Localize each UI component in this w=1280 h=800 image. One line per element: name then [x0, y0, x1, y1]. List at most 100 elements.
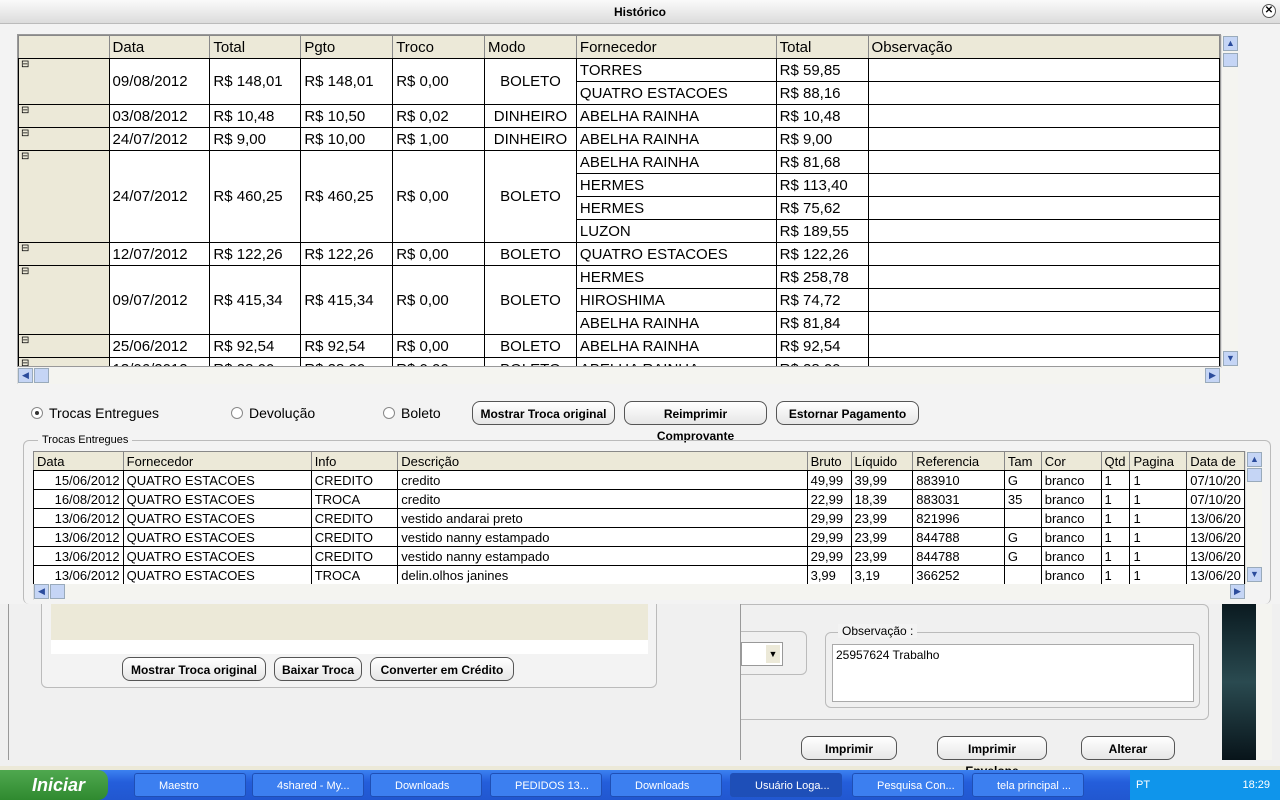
column-header[interactable]: Modo — [484, 35, 577, 59]
cell: 1 — [1100, 527, 1131, 547]
language-indicator[interactable]: PT — [1136, 770, 1150, 800]
column-header[interactable]: Fornecedor — [122, 451, 312, 471]
column-header[interactable]: Data — [108, 35, 211, 59]
scroll-up-icon[interactable]: ▲ — [1223, 36, 1238, 51]
background-scrollbar[interactable] — [1256, 604, 1272, 760]
table-row[interactable]: ⊟13/06/2012R$ 28,00R$ 28,00R$ 0,00BOLETO… — [18, 357, 1220, 366]
scroll-left-icon[interactable]: ◀ — [18, 368, 33, 383]
cell-observacao — [867, 81, 1220, 105]
history-vscrollbar[interactable]: ▲ ▼ — [1221, 35, 1238, 368]
table-row[interactable]: 13/06/2012 QUATRO ESTACOES TROCA delin.olho… — [33, 565, 1245, 584]
taskbar-item[interactable]: 4shared - My... — [252, 773, 364, 797]
column-header[interactable]: Pgto — [300, 35, 394, 59]
column-header[interactable]: Troco — [392, 35, 485, 59]
clock: 18:29 — [1242, 779, 1270, 791]
cell-observacao — [867, 357, 1220, 366]
baixar-troca-button[interactable]: Baixar Troca — [274, 657, 362, 681]
column-header[interactable]: Info — [310, 451, 399, 471]
expand-toggle-icon[interactable]: ⊟ — [18, 242, 110, 266]
expand-toggle-icon[interactable]: ⊟ — [18, 58, 110, 105]
column-header[interactable]: Total — [209, 35, 302, 59]
cell: CREDITO — [310, 546, 399, 566]
table-row[interactable]: 16/08/2012 QUATRO ESTACOES TROCA credito 22,… — [33, 489, 1245, 509]
estornar-pagamento-button[interactable]: Estornar Pagamento — [776, 401, 919, 425]
radio-boleto[interactable]: Boleto — [383, 405, 441, 421]
cell: 13/06/20 — [1186, 546, 1245, 566]
cell-fornecedor: ABELHA RAINHA — [575, 150, 777, 174]
cell: 13/06/20 — [1186, 508, 1245, 528]
taskbar-item[interactable]: Usuário Loga... — [730, 773, 842, 797]
expand-toggle-icon[interactable]: ⊟ — [18, 357, 110, 366]
cell: 13/06/2012 — [33, 565, 124, 584]
table-row[interactable]: 15/06/2012 QUATRO ESTACOES CREDITO credito 4… — [33, 470, 1245, 490]
close-icon[interactable]: ✕ — [1262, 4, 1276, 18]
history-hscrollbar[interactable]: ◀ ▶ — [17, 368, 1221, 384]
scroll-down-icon[interactable]: ▼ — [1247, 567, 1262, 582]
cell-observacao — [867, 334, 1220, 358]
table-row[interactable]: ⊟ 09/08/2012 R$ 148,01 R$ 148,01 R$ 0,00 BOLE… — [18, 58, 1220, 105]
table-row[interactable]: ⊟ 09/07/2012 R$ 415,34 R$ 415,34 R$ 0,00 BOLE… — [18, 265, 1220, 335]
table-row[interactable]: ⊟ 24/07/2012 R$ 460,25 R$ 460,25 R$ 0,00 BOLE… — [18, 150, 1220, 243]
reimprimir-comprovante-button[interactable]: Reimprimir Comprovante — [624, 401, 767, 443]
table-row[interactable]: 13/06/2012 QUATRO ESTACOES CREDITO vestido … — [33, 508, 1245, 528]
radio-devolucao[interactable]: Devolução — [231, 405, 315, 421]
cell-data: 24/07/2012 — [108, 127, 211, 151]
column-header[interactable]: Fornecedor — [575, 35, 777, 59]
scroll-thumb[interactable] — [1223, 53, 1238, 67]
taskbar-item[interactable]: PEDIDOS 13... — [490, 773, 602, 797]
imprimir-button[interactable]: Imprimir — [801, 736, 897, 760]
column-header[interactable]: Bruto — [806, 451, 852, 471]
table-row[interactable]: 13/06/2012 QUATRO ESTACOES CREDITO vestido … — [33, 527, 1245, 547]
history-grid: Data Total Pgto Troco Modo Fornecedor Total Obs… — [17, 34, 1221, 367]
column-header[interactable]: Data — [33, 451, 124, 471]
column-header[interactable]: Observação — [867, 35, 1220, 59]
scroll-right-icon[interactable]: ▶ — [1230, 584, 1245, 599]
cell-pgto: R$ 10,00 — [300, 127, 394, 151]
table-row[interactable]: ⊟ 12/07/2012 R$ 122,26 R$ 122,26 R$ 0,00 BOLE… — [18, 242, 1220, 266]
trocas-vscrollbar[interactable]: ▲ ▼ — [1245, 451, 1262, 584]
scroll-left-icon[interactable]: ◀ — [34, 584, 49, 599]
taskbar-item[interactable]: Maestro — [134, 773, 246, 797]
mostrar-troca-original-button[interactable]: Mostrar Troca original — [472, 401, 615, 425]
column-header[interactable]: Tam — [1003, 451, 1042, 471]
taskbar-item[interactable]: tela principal ... — [972, 773, 1084, 797]
observacao-field[interactable]: 25957624 Trabalho — [832, 644, 1194, 702]
expand-toggle-icon[interactable]: ⊟ — [18, 104, 110, 128]
expand-toggle-icon[interactable]: ⊟ — [18, 265, 110, 335]
cell: 821996 — [912, 508, 1005, 528]
scroll-down-icon[interactable]: ▼ — [1223, 351, 1238, 366]
column-header[interactable]: Cor — [1040, 451, 1102, 471]
dropdown-arrow-icon[interactable]: ▼ — [766, 645, 780, 663]
column-header[interactable]: Data de — [1186, 451, 1245, 471]
expand-toggle-icon[interactable]: ⊟ — [18, 127, 110, 151]
expand-toggle-icon[interactable]: ⊟ — [18, 334, 110, 358]
alterar-button[interactable]: Alterar — [1081, 736, 1175, 760]
radio-trocas-entregues[interactable]: Trocas Entregues — [31, 405, 159, 421]
column-header[interactable]: Total — [775, 35, 869, 59]
column-header[interactable]: Líquido — [850, 451, 914, 471]
taskbar-item[interactable]: Pesquisa Con... — [852, 773, 964, 797]
expand-toggle-icon[interactable]: ⊟ — [18, 150, 110, 243]
scroll-thumb[interactable] — [34, 368, 49, 383]
scroll-thumb[interactable] — [50, 584, 65, 599]
scroll-up-icon[interactable]: ▲ — [1247, 452, 1262, 467]
table-row[interactable]: ⊟ 25/06/2012 R$ 92,54 R$ 92,54 R$ 0,00 BOLETO… — [18, 334, 1220, 358]
column-header[interactable]: Qtd — [1100, 451, 1131, 471]
column-header[interactable] — [18, 35, 110, 59]
trocas-hscrollbar[interactable]: ◀ ▶ — [33, 584, 1245, 600]
scroll-right-icon[interactable]: ▶ — [1205, 368, 1220, 383]
column-header[interactable]: Descrição — [397, 451, 808, 471]
cell-total: R$ 10,48 — [209, 104, 302, 128]
column-header[interactable]: Referencia — [912, 451, 1005, 471]
table-row[interactable]: 13/06/2012 QUATRO ESTACOES CREDITO vestido … — [33, 546, 1245, 566]
table-row[interactable]: ⊟ 24/07/2012 R$ 9,00 R$ 10,00 R$ 1,00 DINHEIR… — [18, 127, 1220, 151]
scroll-thumb[interactable] — [1247, 468, 1262, 482]
converter-credito-button[interactable]: Converter em Crédito — [370, 657, 514, 681]
imprimir-envelope-button[interactable]: Imprimir Envelope — [937, 736, 1047, 778]
mostrar-troca-original-bg-button[interactable]: Mostrar Troca original — [122, 657, 266, 681]
start-button[interactable]: Iniciar — [0, 770, 108, 800]
table-row[interactable]: ⊟ 03/08/2012 R$ 10,48 R$ 10,50 R$ 0,02 DINHEI… — [18, 104, 1220, 128]
taskbar-item[interactable]: Downloads — [610, 773, 722, 797]
column-header[interactable]: Pagina — [1129, 451, 1188, 471]
taskbar-item[interactable]: Downloads — [370, 773, 482, 797]
